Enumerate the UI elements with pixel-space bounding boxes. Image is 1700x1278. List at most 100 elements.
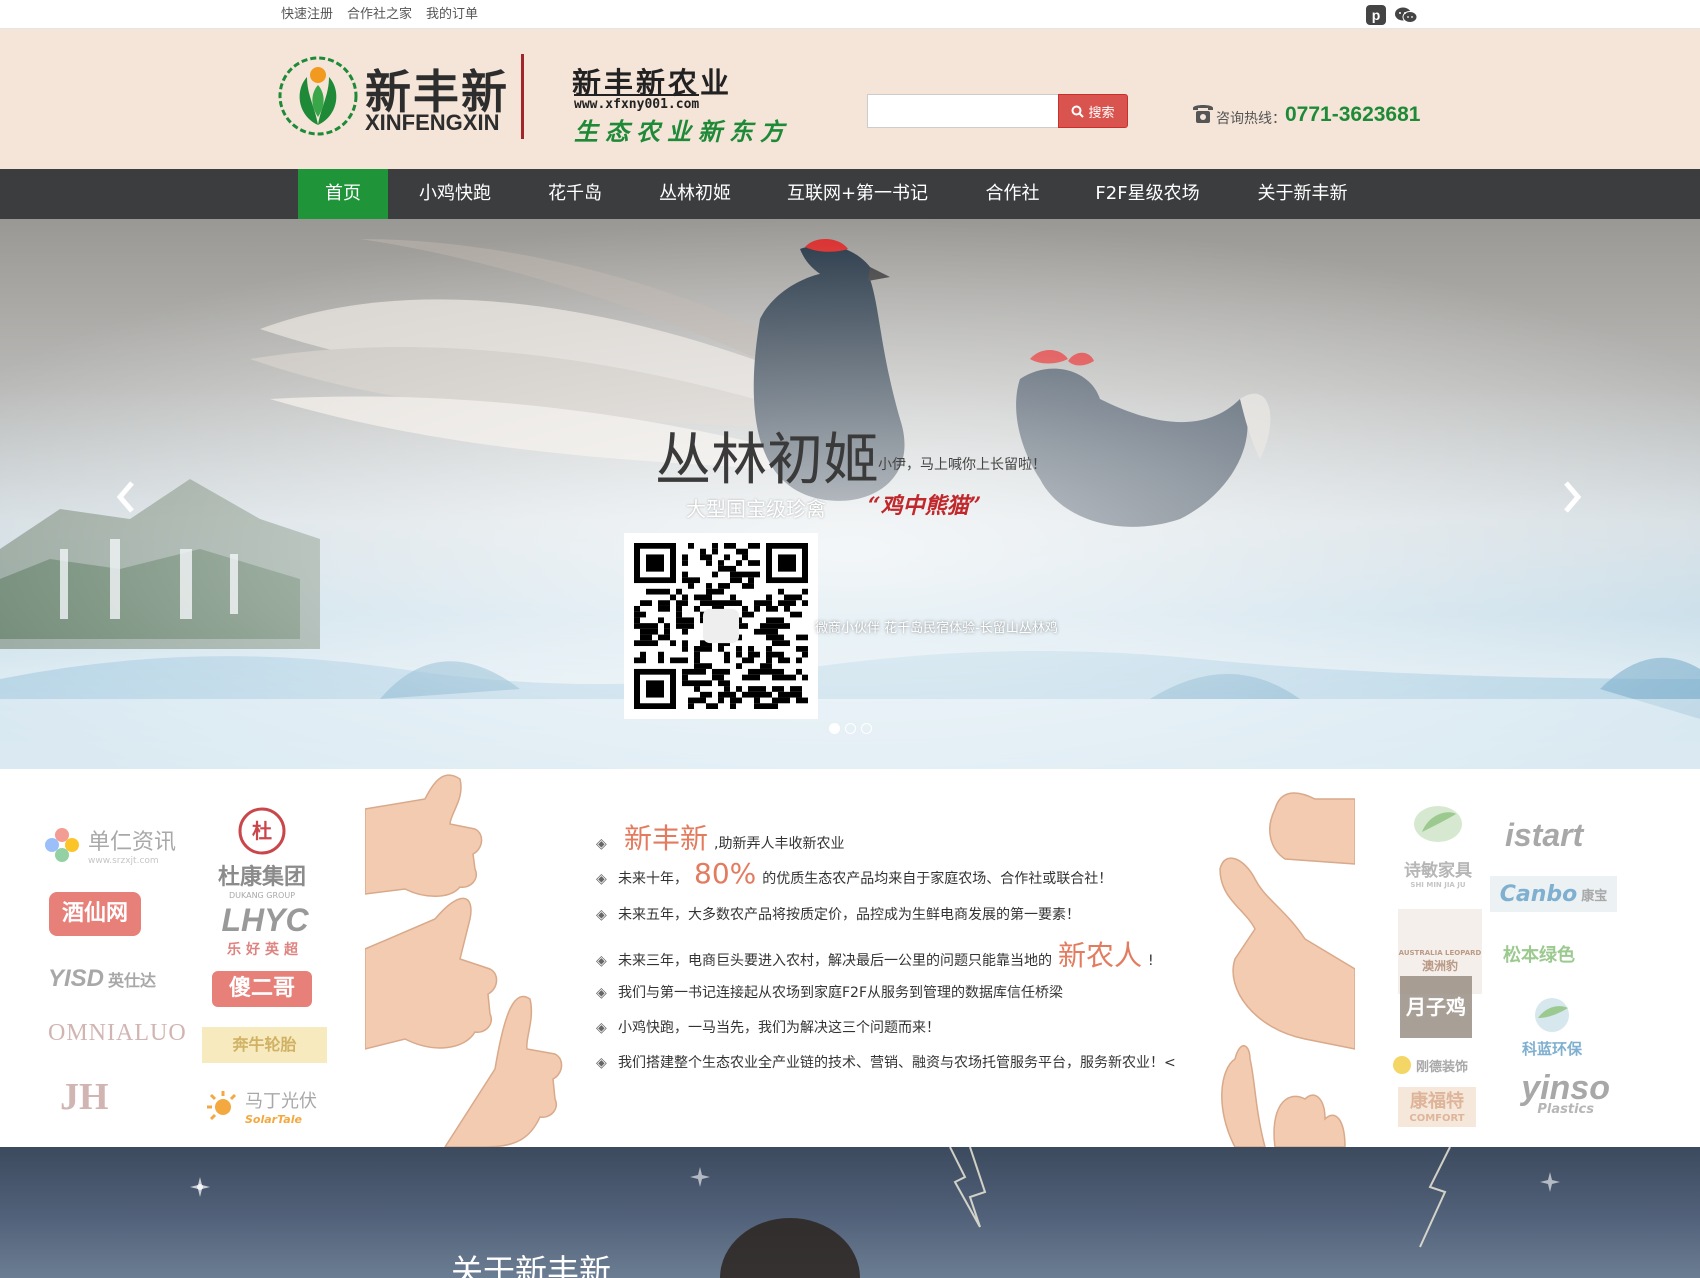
pinterest-icon[interactable]: p: [1366, 5, 1386, 25]
hero-tagline: 小伊，马上喊你上长留啦！: [878, 457, 1046, 473]
register-link[interactable]: 快速注册: [281, 3, 333, 22]
feature-line-2: ◈ 未来十年， 80% 的优质生态农产品均来自于家庭农场、合作社或联合社！: [596, 857, 1112, 890]
seal-logo-icon: 杜: [238, 807, 286, 855]
cooperative-home-link[interactable]: 合作社之家: [347, 3, 412, 22]
search-button[interactable]: 搜索: [1058, 94, 1128, 128]
diamond-bullet-icon: ◈: [596, 871, 607, 887]
feature-text: 未来三年，电商巨头要进入农村，解决最后一公里的问题只能靠当地的: [618, 953, 1052, 969]
partner-logo-jiuxian[interactable]: 酒仙网: [49, 892, 141, 936]
nav-item-about[interactable]: 关于新丰新: [1240, 169, 1365, 219]
partner-sub: 英仕达: [108, 971, 157, 990]
svg-text:p: p: [1372, 7, 1381, 23]
partner-logo-lhyc[interactable]: LHYC 乐好英超: [210, 902, 320, 959]
carousel-dot-3[interactable]: [861, 723, 872, 734]
circle-logo-icon: [1393, 1056, 1411, 1074]
thumbs-up-hands-right: [1219, 792, 1355, 1147]
phone-number[interactable]: 0771-3623681: [1285, 103, 1420, 127]
logo-en: XINFENGXIN: [365, 110, 500, 135]
search-input[interactable]: [867, 94, 1059, 128]
header: [0, 29, 1700, 169]
search-button-label: 搜索: [1088, 104, 1115, 120]
hero-callout: “鸡中熊猫”: [868, 493, 982, 519]
partner-name: AUSTRALIA LEOPARD: [1398, 949, 1482, 957]
partner-logo-shaerge[interactable]: 傻二哥: [212, 971, 312, 1007]
carousel-prev-arrow[interactable]: [112, 477, 138, 527]
partner-logo-shanren[interactable]: 单仁资讯 www.srzxjt.com: [42, 824, 176, 866]
globe-logo-icon: [1535, 998, 1569, 1032]
partner-name: LHYC: [221, 902, 309, 938]
feature-text: ,助新弄人丰收新农业: [714, 836, 845, 852]
partner-name: 康福特: [1410, 1091, 1464, 1112]
partner-logo-canbo[interactable]: Canbo 康宝: [1490, 876, 1617, 912]
partner-logo-songben[interactable]: 松本绿色: [1503, 941, 1575, 967]
partner-name: Canbo: [1499, 881, 1578, 907]
partner-logo-kelan[interactable]: 科蓝环保: [1507, 996, 1597, 1059]
partner-name: 单仁资讯: [88, 830, 177, 855]
feature-line-1: ◈ 新丰新 ,助新弄人丰收新农业: [596, 817, 844, 857]
logo-divider: [521, 54, 524, 139]
partner-logo-yuezi[interactable]: 月子鸡: [1400, 976, 1472, 1038]
partner-logo-shimin[interactable]: 诗敏家具 SHI MIN JIA JU: [1395, 802, 1481, 889]
my-orders-link[interactable]: 我的订单: [426, 3, 478, 22]
hero-title: 丛林初姬: [655, 428, 879, 493]
partner-logo-jh[interactable]: JH: [60, 1075, 109, 1119]
nav-item-f2f-farm[interactable]: F2F星级农场: [1085, 169, 1210, 219]
qr-code-image: [634, 543, 808, 709]
main-nav: 首页 小鸡快跑 花千岛 丛林初姬 互联网+第一书记 合作社 F2F星级农场 关于…: [0, 169, 1700, 219]
feature-line-4: ◈ 未来三年，电商巨头要进入农村，解决最后一公里的问题只能靠当地的 新农人 !: [596, 934, 1154, 974]
partner-url: www.srzxjt.com: [88, 856, 159, 866]
partner-logo-dukang[interactable]: 杜 杜康集团 DUKANG GROUP: [212, 807, 312, 900]
about-background: [190, 1147, 1560, 1278]
feature-text: 未来五年，大多数农产品将按质定价，品控成为生鲜电商发展的第一要素！: [618, 907, 1080, 923]
partner-logo-yisd[interactable]: YISD 英仕达: [48, 965, 156, 993]
nav-item-cooperative[interactable]: 合作社: [960, 169, 1065, 219]
phone-label: 咨询热线：: [1216, 111, 1286, 127]
nav-item-flower-island[interactable]: 花千岛: [520, 169, 630, 219]
carousel-next-arrow[interactable]: [1560, 477, 1586, 527]
brand-slogan: 生态农业新东方: [574, 117, 791, 146]
nav-item-internet-secretary[interactable]: 互联网+第一书记: [770, 169, 945, 219]
logo-emblem-icon[interactable]: [277, 55, 359, 137]
qr-caption: 微商小伙伴 花千岛民宿体验-长留山丛林鸡: [815, 621, 1058, 636]
chevron-right-icon: [1564, 481, 1582, 513]
nav-item-jungle-hen[interactable]: 丛林初姬: [640, 169, 750, 219]
diamond-bullet-icon: ◈: [596, 1020, 607, 1036]
top-links: 快速注册 合作社之家 我的订单: [281, 3, 478, 22]
leaf-logo-icon: [1414, 806, 1462, 842]
feature-highlight: 新丰新: [624, 822, 709, 855]
partner-sub: DUKANG GROUP: [228, 891, 296, 900]
partner-logo-benniu[interactable]: 奔牛轮胎: [202, 1027, 327, 1063]
diamond-bullet-icon: ◈: [596, 985, 607, 1001]
feature-highlight: 新农人: [1058, 939, 1143, 972]
feature-highlight: 80%: [694, 857, 757, 890]
feature-line-5: ◈ 我们与第一书记连接起从农场到家庭F2F从服务到管理的数据库信任桥梁: [596, 982, 1063, 1002]
nav-item-chicken-run[interactable]: 小鸡快跑: [400, 169, 510, 219]
feature-line-7: ◈ 我们搭建整个生态农业全产业链的技术、营销、融资与农场托管服务平台，服务新农业…: [596, 1052, 1176, 1072]
diamond-bullet-icon: ◈: [596, 907, 607, 923]
about-title: 关于新丰新: [451, 1252, 612, 1278]
thumbs-up-hands-left: [365, 774, 563, 1147]
chevron-left-icon: [116, 481, 134, 513]
partner-logo-solartale[interactable]: 马丁光伏 SolarTale: [205, 1087, 317, 1126]
partner-logo-yinso[interactable]: yinso Plastics: [1510, 1069, 1610, 1117]
partner-name: 科蓝环保: [1521, 1040, 1582, 1058]
partner-logo-gangde[interactable]: 刚德装饰: [1392, 1055, 1468, 1075]
diamond-bullet-icon: ◈: [596, 1055, 607, 1071]
carousel-dot-1[interactable]: [829, 723, 840, 734]
partner-logo-comfort[interactable]: 康福特 COMFORT: [1398, 1087, 1476, 1127]
feature-line-3: ◈ 未来五年，大多数农产品将按质定价，品控成为生鲜电商发展的第一要素！: [596, 904, 1080, 924]
partner-logo-istart[interactable]: istart: [1505, 817, 1583, 854]
partner-sub: SolarTale: [245, 1113, 302, 1126]
brand-url: www.xfxny001.com: [574, 94, 700, 112]
partner-name: 诗敏家具: [1404, 861, 1472, 881]
feature-text: !: [1148, 953, 1154, 969]
wechat-icon[interactable]: [1394, 5, 1418, 25]
partner-sub: 澳洲豹: [1421, 959, 1458, 973]
partner-name: 刚德装饰: [1416, 1059, 1469, 1075]
carousel-dot-2[interactable]: [845, 723, 856, 734]
diamond-bullet-icon: ◈: [596, 836, 607, 852]
partner-logo-omnialuo[interactable]: OMNIALUO: [48, 1020, 187, 1047]
partner-sub: SHI MIN JIA JU: [1410, 881, 1466, 889]
nav-item-home[interactable]: 首页: [298, 169, 388, 219]
partner-sub: COMFORT: [1409, 1113, 1465, 1124]
